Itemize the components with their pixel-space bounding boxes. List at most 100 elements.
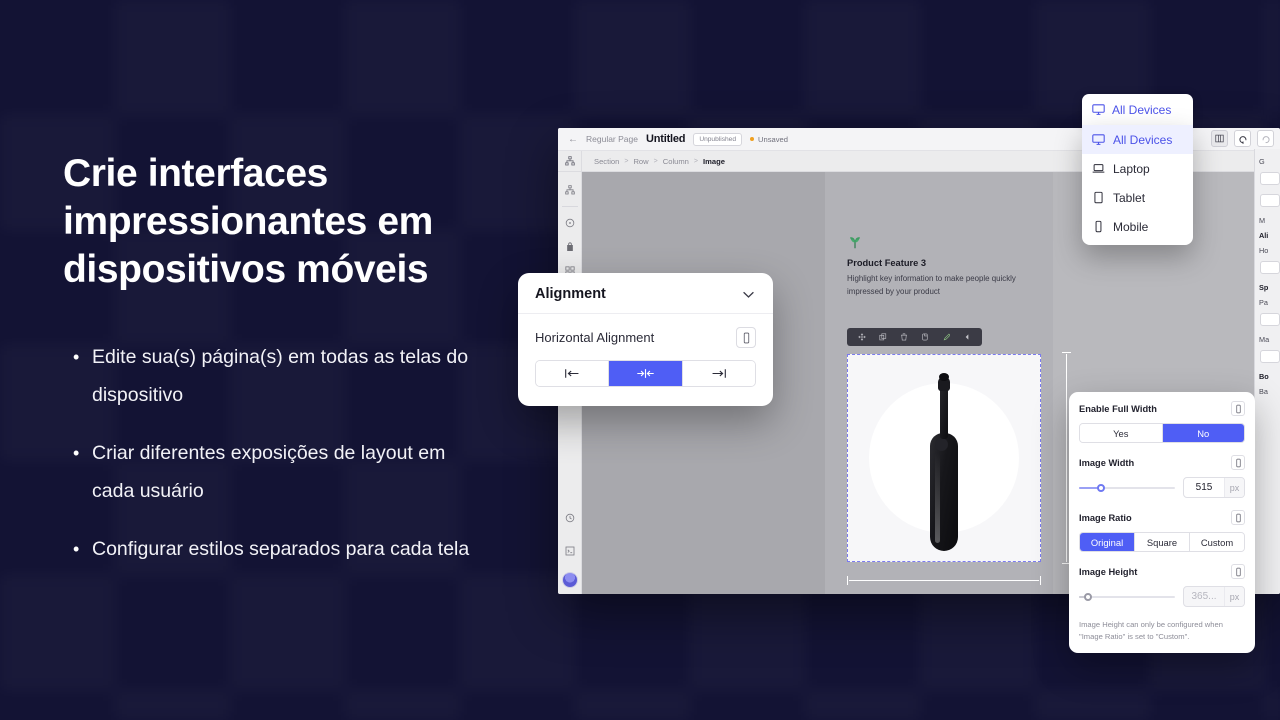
settings-label-general: G [1259,157,1265,166]
image-height-hint: Image Height can only be configured when… [1079,620,1223,641]
image-width-slider[interactable] [1079,482,1175,494]
product-feature-block: Product Feature 3 Highlight key informat… [847,234,1047,298]
avatar[interactable] [561,572,578,588]
duplicate-icon[interactable] [921,333,929,341]
monitor-icon [1092,133,1105,146]
settings-field[interactable] [1260,313,1280,326]
alignment-card-body: Horizontal Alignment [518,314,773,406]
align-right-button[interactable] [682,361,755,386]
feature-bullet-list: Edite sua(s) página(s) em todas as telas… [63,338,493,568]
device-option-label: Laptop [1113,161,1150,176]
brush-power-button [935,437,948,451]
undo-button[interactable] [1234,130,1251,147]
device-option-label: All Devices [1113,132,1173,147]
image-ratio-row: Image Ratio [1079,510,1245,525]
mobile-icon[interactable] [1231,564,1245,579]
ratio-original-button[interactable]: Original [1080,533,1135,551]
save-status-label: Unsaved [758,134,788,144]
move-icon[interactable] [858,333,866,341]
tablet-icon [1092,191,1105,204]
chevron-down-icon[interactable] [741,287,756,302]
horizontal-measure-guide [847,576,1041,585]
page-kind-label[interactable]: Regular Page [586,134,638,144]
settings-field[interactable] [1260,194,1280,207]
breadcrumb-item-image[interactable]: Image [703,157,725,166]
document-title[interactable]: Untitled [646,133,686,145]
breadcrumb-separator: > [653,157,658,165]
image-width-value[interactable]: 515 [1184,478,1224,497]
full-width-label: Enable Full Width [1079,403,1157,414]
align-center-button[interactable] [609,361,683,386]
page-title: Crie interfaces impressionantes em dispo… [63,152,433,291]
settings-label-padding: Pa [1259,298,1268,307]
image-width-unit: px [1224,478,1244,497]
device-option-laptop[interactable]: Laptop [1082,154,1193,183]
image-element[interactable] [847,354,1041,562]
settings-field[interactable] [1260,350,1280,363]
breadcrumb: Section > Row > Column > Image [582,157,725,166]
history-clock-icon[interactable] [565,513,575,523]
layers-icon[interactable] [564,185,575,195]
panel-toggle-button[interactable] [1211,130,1228,147]
copy-icon[interactable] [879,333,887,341]
brush-icon[interactable] [942,333,950,341]
horizontal-alignment-options [535,360,756,387]
device-selector: All Devices All Devices Laptop Tablet Mo… [1082,94,1193,245]
mobile-icon[interactable] [1231,401,1245,416]
alignment-card-title: Alignment [535,286,606,302]
trash-icon[interactable] [900,333,908,341]
settings-field[interactable] [1260,261,1280,274]
image-ratio-label: Image Ratio [1079,512,1132,523]
guide-line [1066,354,1068,562]
shop-bag-icon[interactable] [565,242,575,252]
breadcrumb-item-row[interactable]: Row [633,157,648,166]
device-option-label: Tablet [1113,190,1146,205]
guide-line [849,580,1039,582]
device-option-all-devices[interactable]: All Devices [1082,125,1193,154]
breadcrumb-item-column[interactable]: Column [663,157,689,166]
back-arrow-icon[interactable]: ← [568,134,578,145]
align-left-button[interactable] [536,361,610,386]
horizontal-alignment-label: Horizontal Alignment [535,330,655,345]
editor-tools [1211,130,1274,147]
slider-knob[interactable] [1097,483,1106,492]
code-icon[interactable] [565,546,575,556]
left-toolbar-bottom [558,506,581,588]
alignment-card-header[interactable]: Alignment [518,273,773,313]
slider-track [1079,595,1175,598]
image-height-slider [1079,591,1175,603]
guide-cap-start [1062,352,1071,354]
collapse-icon[interactable] [963,333,971,341]
full-width-yes-button[interactable]: Yes [1080,424,1163,442]
monitor-icon [1092,103,1105,116]
alignment-card: Alignment Horizontal Alignment [518,273,773,406]
settings-label-margin2: Ma [1259,335,1270,344]
mobile-icon [1092,220,1105,233]
image-height-placeholder: 365... [1191,591,1217,602]
image-width-input[interactable]: 515 px [1183,477,1245,498]
device-option-mobile[interactable]: Mobile [1082,212,1193,241]
settings-label-alignment: Ali [1259,231,1269,240]
slider-knob [1083,592,1092,601]
mobile-icon[interactable] [1231,510,1245,525]
mobile-icon[interactable] [736,327,756,348]
device-selector-trigger[interactable]: All Devices [1082,94,1193,125]
settings-label-margin: M [1259,216,1266,225]
structure-icon[interactable] [558,151,582,171]
device-option-tablet[interactable]: Tablet [1082,183,1193,212]
settings-label-spacing: Sp [1259,283,1269,292]
image-width-label: Image Width [1079,457,1135,468]
element-toolbar[interactable] [847,328,982,346]
settings-panel-edge[interactable]: G M Ali Ho Sp Pa Ma Bo Ba [1254,149,1280,594]
ratio-square-button[interactable]: Square [1135,533,1190,551]
add-circle-icon[interactable] [565,218,575,228]
ratio-custom-button[interactable]: Custom [1190,533,1244,551]
settings-field[interactable] [1260,172,1280,185]
redo-button[interactable] [1257,130,1274,147]
settings-label-background: Ba [1259,387,1268,396]
breadcrumb-item-section[interactable]: Section [594,157,619,166]
mobile-icon[interactable] [1231,455,1245,470]
full-width-no-button[interactable]: No [1162,424,1244,442]
settings-label-border: Bo [1259,372,1269,381]
feature-description: Highlight key information to make people… [847,274,1016,296]
